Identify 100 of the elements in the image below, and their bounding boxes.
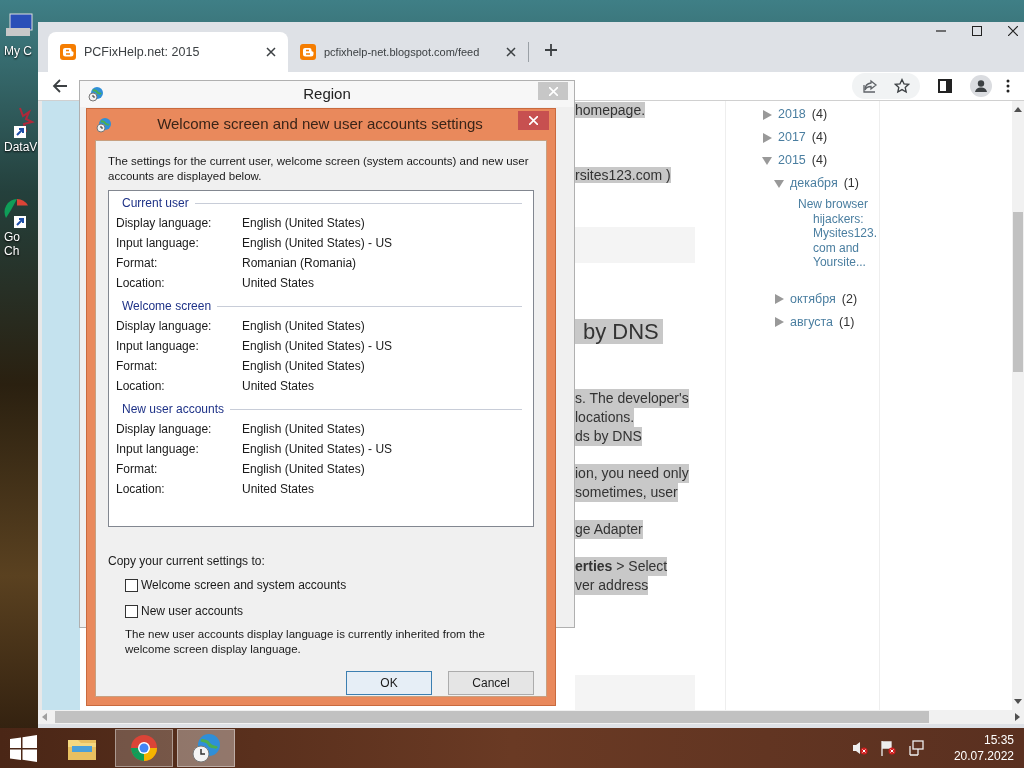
setting-label: Input language: xyxy=(116,338,200,355)
setting-label: Format: xyxy=(116,358,159,375)
highlighted-text: s. The developer's xyxy=(575,388,689,408)
setting-value: English (United States) xyxy=(242,318,365,335)
checkbox-label[interactable]: Welcome screen and system accounts xyxy=(141,576,347,594)
archive-link[interactable]: декабря xyxy=(790,174,838,193)
intro-text: The settings for the current user, welcome screen (system accounts) and new user accounts are displayed below. xyxy=(108,154,530,184)
setting-value: Romanian (Romania) xyxy=(242,255,357,272)
network-icon[interactable] xyxy=(907,740,924,756)
setting-label: Format: xyxy=(116,255,159,272)
expand-triangle-icon[interactable] xyxy=(762,132,772,143)
highlighted-text: homepage. xyxy=(575,102,646,118)
note-text: The new user accounts display language is currently inherited from the welcome screen display language. xyxy=(124,627,486,657)
blogger-icon xyxy=(300,44,316,60)
icon-label[interactable]: My C xyxy=(4,44,38,58)
icon-label[interactable]: DataV xyxy=(4,140,38,154)
taskbar-app[interactable] xyxy=(115,729,173,767)
highlighted-text: rsites123.com ) xyxy=(575,167,671,183)
globe-clock-icon xyxy=(96,116,112,133)
highlighted-text: sometimes, user xyxy=(575,482,678,502)
setting-label: Input language: xyxy=(116,441,200,458)
clock-date[interactable]: 20.07.2022 xyxy=(953,748,1014,764)
icon-label[interactable]: Go Ch xyxy=(4,230,38,258)
speaker-muted-icon[interactable] xyxy=(851,740,868,756)
flag-icon[interactable] xyxy=(879,740,896,756)
article-heading: by DNS xyxy=(575,318,663,344)
expand-triangle-icon[interactable] xyxy=(774,317,784,327)
group-heading: New user accounts xyxy=(122,401,225,418)
setting-label: Location: xyxy=(116,481,166,498)
dialog-button[interactable]: OK xyxy=(346,671,432,695)
setting-label: Input language: xyxy=(116,235,200,252)
tab-title: pcfixhelp-net.blogspot.com/feed xyxy=(324,44,481,60)
back-icon[interactable] xyxy=(52,78,68,94)
globe-clock-icon xyxy=(190,732,222,764)
setting-value: English (United States) xyxy=(242,421,365,438)
checkbox[interactable] xyxy=(125,604,138,618)
browser-tab[interactable]: PCFixHelp.net: 2015 xyxy=(48,32,288,72)
setting-value: United States xyxy=(242,275,315,292)
post-count: (4) xyxy=(811,106,828,124)
vertical-scrollbar[interactable] xyxy=(1012,101,1024,710)
post-count: (1) xyxy=(839,313,855,331)
setting-label: Location: xyxy=(116,378,166,395)
close-button[interactable] xyxy=(518,111,549,130)
globe-clock-icon xyxy=(88,86,104,102)
scroll-down-icon[interactable] xyxy=(1014,699,1022,704)
setting-value: English (United States) - US xyxy=(242,338,393,355)
blogger-icon xyxy=(60,44,76,60)
start-icon[interactable] xyxy=(10,734,37,762)
close-icon xyxy=(529,116,538,125)
scroll-thumb[interactable] xyxy=(1013,212,1023,372)
share-icon[interactable] xyxy=(862,78,878,94)
checkbox[interactable] xyxy=(125,578,138,592)
horizontal-scrollbar[interactable] xyxy=(38,710,1024,724)
maximize-icon[interactable] xyxy=(972,26,982,36)
close-icon[interactable] xyxy=(1008,26,1018,36)
scroll-up-icon[interactable] xyxy=(1014,107,1022,112)
archive-link[interactable]: октября xyxy=(790,289,836,309)
setting-label: Location: xyxy=(116,275,166,292)
plus-icon xyxy=(544,43,558,57)
post-count: (4) xyxy=(811,152,828,170)
checkbox-label[interactable]: New user accounts xyxy=(141,602,244,620)
profile-icon[interactable] xyxy=(970,75,992,97)
copy-label: Copy your current settings to: xyxy=(108,554,266,569)
highlighted-text: ds by DNS xyxy=(575,426,642,446)
setting-label: Display language: xyxy=(116,421,213,438)
setting-value: English (United States) xyxy=(242,461,365,478)
scroll-thumb[interactable] xyxy=(55,711,929,723)
browser-tab[interactable]: pcfixhelp-net.blogspot.com/feed xyxy=(288,32,528,72)
setting-label: Display language: xyxy=(116,318,213,335)
group-heading: Current user xyxy=(122,195,189,212)
expand-triangle-icon[interactable] xyxy=(774,294,784,304)
archive-link[interactable]: 2017 xyxy=(778,128,806,147)
side-panel-icon[interactable] xyxy=(938,79,952,93)
archive-link[interactable]: августа xyxy=(790,312,834,332)
collapse-triangle-icon[interactable] xyxy=(762,155,772,166)
close-icon[interactable] xyxy=(266,47,276,57)
scroll-right-icon[interactable] xyxy=(1015,713,1020,721)
collapse-triangle-icon[interactable] xyxy=(774,178,784,189)
group-heading: Welcome screen xyxy=(122,298,212,315)
chrome-icon xyxy=(128,732,160,764)
setting-value: English (United States) xyxy=(242,215,365,232)
post-count: (4) xyxy=(811,129,828,147)
setting-value: English (United States) - US xyxy=(242,441,393,458)
expand-triangle-icon[interactable] xyxy=(762,109,772,120)
dialog-title: Welcome screen and new user accounts settings xyxy=(156,114,484,135)
clock-time[interactable]: 15:35 xyxy=(983,732,1014,748)
dialog-button[interactable]: Cancel xyxy=(448,671,534,695)
highlighted-text: ge Adapter xyxy=(575,519,643,539)
menu-icon[interactable] xyxy=(1006,79,1010,93)
archive-link[interactable]: 2015 xyxy=(778,151,806,170)
post-link[interactable]: New browser hijackers: Mysites123. com and Yoursite... xyxy=(798,197,880,270)
close-icon[interactable] xyxy=(506,47,516,57)
highlighted-text: erties > Select xyxy=(575,556,668,576)
setting-value: English (United States) - US xyxy=(242,235,393,252)
archive-link[interactable]: 2018 xyxy=(778,105,806,124)
close-icon xyxy=(548,86,558,96)
setting-value: United States xyxy=(242,378,315,395)
setting-value: United States xyxy=(242,481,315,498)
tab-title: PCFixHelp.net: 2015 xyxy=(84,43,201,61)
star-icon[interactable] xyxy=(894,78,910,94)
